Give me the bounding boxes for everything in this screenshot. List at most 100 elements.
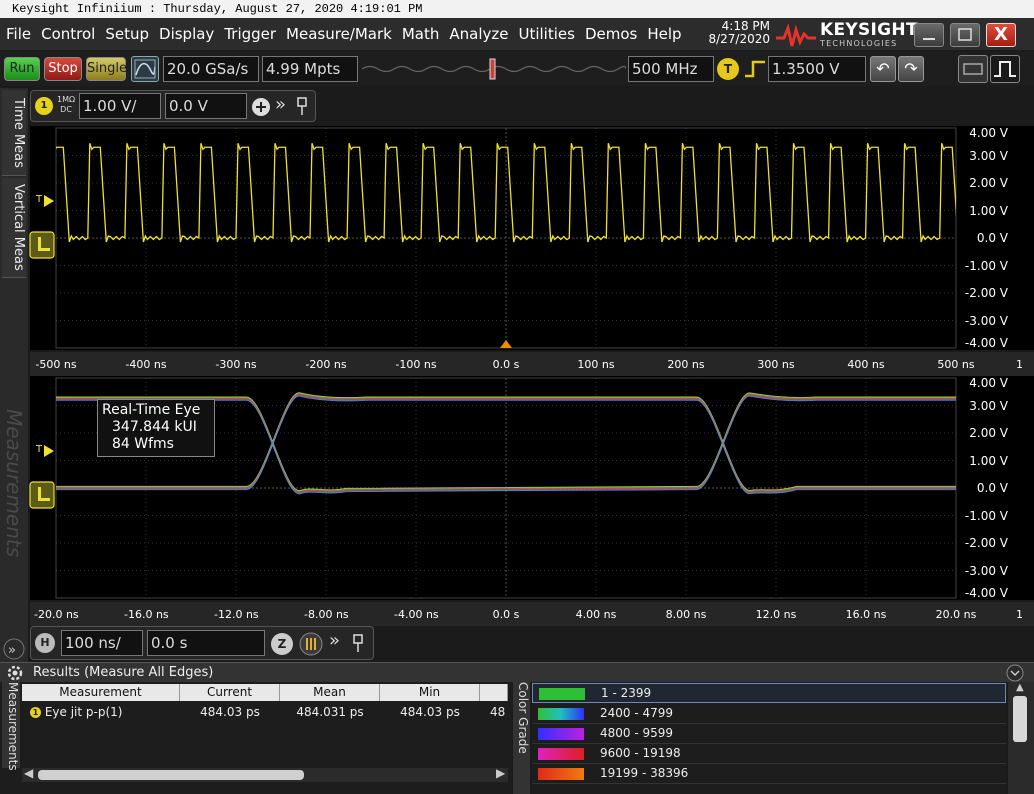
menu-control[interactable]: Control xyxy=(41,24,95,44)
color-grade-vertical-scrollbar[interactable]: ▲ xyxy=(1008,682,1034,794)
menu-setup[interactable]: Setup xyxy=(105,24,149,44)
run-button[interactable]: Run xyxy=(4,57,40,81)
table-row[interactable]: 1 Eye jit p-p(1) 484.03 ps 484.031 ps 48… xyxy=(22,704,508,721)
color-grade-row[interactable]: 9600 - 19198 xyxy=(532,744,1006,764)
results-table-header: Measurement Current Mean Min Ma xyxy=(22,684,508,701)
col-measurement[interactable]: Measurement xyxy=(22,684,180,701)
tab-time-meas[interactable]: Time Meas xyxy=(2,90,26,176)
col-mean[interactable]: Mean xyxy=(280,684,380,701)
bandwidth-field[interactable]: 500 MHz xyxy=(628,56,714,82)
color-grade-range: 1 - 2399 xyxy=(601,686,652,700)
touch-button[interactable] xyxy=(958,55,988,83)
col-max[interactable]: Ma xyxy=(480,684,508,701)
gated-measure-icon[interactable] xyxy=(299,632,323,656)
autoscale-button[interactable] xyxy=(131,56,159,82)
minimize-icon xyxy=(923,38,935,40)
x-tick-label: -200 ns xyxy=(305,358,347,371)
close-button[interactable]: X xyxy=(986,23,1016,47)
menu-trigger[interactable]: Trigger xyxy=(224,24,276,44)
stop-button[interactable]: Stop xyxy=(44,57,82,81)
row-measurement-name: Eye jit p-p(1) xyxy=(44,705,123,719)
x-tick-label: -16.0 ns xyxy=(124,608,169,621)
scroll-left-icon[interactable]: ◀ xyxy=(24,766,33,780)
menu-help[interactable]: Help xyxy=(647,24,681,44)
color-grade-list: 1 - 2399 2400 - 4799 4800 - 9599 9600 - … xyxy=(532,682,1006,794)
col-min[interactable]: Min xyxy=(380,684,480,701)
channel-offset-field[interactable]: 0.0 V xyxy=(165,93,247,119)
trigger-level-field[interactable]: 1.3500 V xyxy=(768,56,866,82)
tab-vertical-meas[interactable]: Vertical Meas xyxy=(2,178,26,278)
zoom-button[interactable]: Z xyxy=(271,633,293,655)
vscroll-thumb[interactable] xyxy=(1013,696,1027,742)
collapse-results-icon[interactable] xyxy=(1006,664,1024,682)
menu-utilities[interactable]: Utilities xyxy=(518,24,574,44)
horizontal-position-field[interactable]: 0.0 s xyxy=(147,630,265,656)
horizontal-expand-chevrons-icon[interactable]: » xyxy=(329,630,340,651)
color-grade-row[interactable]: 1 - 2399 xyxy=(532,683,1006,703)
eye-info-title: Real-Time Eye xyxy=(102,402,201,418)
y-tick-label: 3.00 V xyxy=(969,148,1008,163)
results-table: Measurements Measurement Current Mean Mi… xyxy=(0,682,512,794)
channel-1-ground-marker-eye[interactable] xyxy=(28,480,56,510)
color-grade-range: 19199 - 38396 xyxy=(600,766,689,780)
memory-depth-field[interactable]: 4.99 Mpts xyxy=(262,56,358,82)
color-grade-swatch xyxy=(538,768,584,780)
tab-measurements-ghost[interactable]: Measurements xyxy=(2,398,26,568)
color-grade-range: 9600 - 19198 xyxy=(600,746,681,760)
x-tick-label: -4.00 ns xyxy=(394,608,439,621)
sample-rate-field[interactable]: 20.0 GSa/s xyxy=(163,56,259,82)
clock: 4:18 PM 8/27/2020 xyxy=(700,20,770,46)
eye-info-box[interactable]: Real-Time Eye 347.844 kUI 84 Wfms xyxy=(97,399,215,457)
x-tick-label: 12.0 ns xyxy=(755,608,797,621)
expand-left-chevron-icon[interactable]: » xyxy=(2,638,26,660)
keysight-wave-icon xyxy=(776,24,816,47)
expand-chevrons-icon[interactable]: » xyxy=(275,94,286,115)
horizontal-scale-field[interactable]: 100 ns/ xyxy=(61,630,143,656)
scroll-up-icon[interactable]: ▲ xyxy=(1016,682,1024,693)
minimize-button[interactable] xyxy=(914,23,944,47)
y-tick-label: -4.00 V xyxy=(964,586,1008,600)
channel-scale-field[interactable]: 1.00 V/ xyxy=(79,93,161,119)
menu-display[interactable]: Display xyxy=(159,24,214,44)
color-grade-row[interactable]: 19199 - 38396 xyxy=(532,764,1006,784)
results-title: Results (Measure All Edges) xyxy=(33,665,214,680)
results-horizontal-scrollbar[interactable]: ◀ ▶ xyxy=(22,766,508,782)
add-channel-icon[interactable] xyxy=(251,97,271,117)
horizontal-pin-icon[interactable] xyxy=(351,634,365,654)
single-button[interactable]: Single xyxy=(86,57,127,81)
waveform-pane-main[interactable] xyxy=(30,126,1034,350)
drag-measure-button[interactable] xyxy=(990,55,1020,83)
y-tick-label: -2.00 V xyxy=(964,286,1008,300)
channel-1-badge[interactable]: 1 xyxy=(35,97,53,115)
rising-edge-icon[interactable] xyxy=(743,58,767,80)
y-tick-label: -4.00 V xyxy=(964,336,1008,350)
x-tick-label: 300 ns xyxy=(757,358,795,371)
acquisition-overview-strip[interactable] xyxy=(362,56,626,82)
maximize-button[interactable] xyxy=(950,23,980,47)
x-tick-label: 0.0 s xyxy=(492,608,520,621)
y-tick-label: 0.0 V xyxy=(976,231,1008,245)
menu-file[interactable]: File xyxy=(6,24,31,44)
menu-list: File Control Setup Display Trigger Measu… xyxy=(6,24,692,44)
keysight-logo: KEYSIGHT TECHNOLOGIES xyxy=(776,22,918,48)
x-tick-label: -12.0 ns xyxy=(214,608,259,621)
color-grade-row[interactable]: 2400 - 4799 xyxy=(532,704,1006,724)
menu-demos[interactable]: Demos xyxy=(585,24,637,44)
menu-analyze[interactable]: Analyze xyxy=(449,24,508,44)
menu-measure-mark[interactable]: Measure/Mark xyxy=(286,24,392,44)
pin-icon[interactable] xyxy=(295,97,309,117)
logo-sub: TECHNOLOGIES xyxy=(820,39,898,48)
redo-button[interactable]: ↷ xyxy=(898,56,924,82)
horizontal-badge[interactable]: H xyxy=(35,633,55,653)
x-tick-label: 200 ns xyxy=(667,358,705,371)
color-grade-row[interactable]: 4800 - 9599 xyxy=(532,724,1006,744)
menu-math[interactable]: Math xyxy=(402,24,440,44)
undo-button[interactable]: ↶ xyxy=(870,56,896,82)
trigger-badge[interactable]: T xyxy=(717,58,739,80)
results-gear-icon[interactable] xyxy=(6,665,24,681)
scroll-thumb[interactable] xyxy=(38,770,304,780)
channel-1-ground-marker-main[interactable] xyxy=(28,230,56,260)
results-header: Results (Measure All Edges) xyxy=(0,662,1034,682)
col-current[interactable]: Current xyxy=(180,684,280,701)
scroll-right-icon[interactable]: ▶ xyxy=(496,766,505,780)
